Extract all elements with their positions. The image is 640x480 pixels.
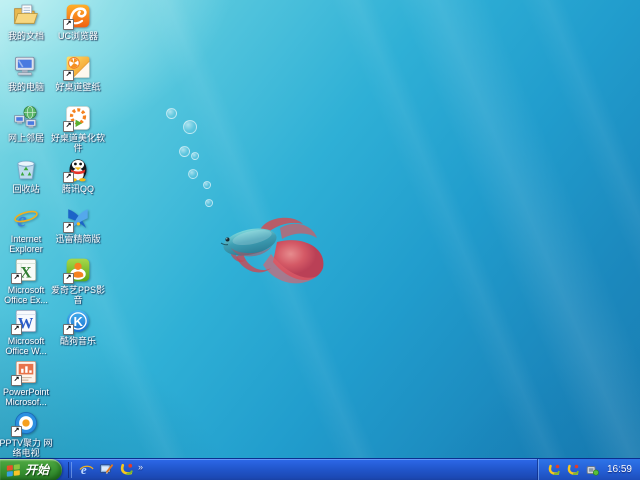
- icon-label: 网上邻居: [7, 133, 44, 143]
- quick-launch-show-desktop[interactable]: [98, 462, 114, 478]
- desktop-icon-xunlei[interactable]: ↗ 迅雷精简版: [50, 206, 106, 244]
- desktop-icon-my-computer[interactable]: 我的电脑: [0, 54, 54, 92]
- tray-swoosh-icon-1[interactable]: [547, 462, 562, 477]
- icon-label: Internet Explorer: [9, 234, 43, 254]
- windows-flag-icon: [6, 463, 20, 477]
- bubble: [183, 120, 197, 134]
- betta-fish: [220, 217, 324, 284]
- bubble: [205, 199, 213, 207]
- icon-label: 我的文档: [7, 31, 44, 41]
- haozhuodao-wallpaper-icon: ↗: [63, 54, 91, 81]
- svg-text:K: K: [74, 314, 84, 329]
- icon-label: 回收站: [12, 184, 40, 194]
- uc-browser-icon: ↗: [63, 3, 91, 30]
- icon-label: 好桌道壁纸: [55, 82, 101, 92]
- start-button-label: 开始: [25, 463, 50, 477]
- icon-label: Microsoft Office Ex...: [4, 285, 48, 305]
- desktop-icon-haozhuodao-wallpaper[interactable]: ↗ 好桌道壁纸: [50, 54, 106, 92]
- icon-label: PPTV聚力 网络电视: [0, 438, 53, 458]
- internet-explorer-icon: e: [13, 206, 39, 232]
- pps-video-icon: ↗: [63, 257, 91, 284]
- recycle-bin-icon: [13, 156, 39, 182]
- quick-launch-overflow-chevron[interactable]: »: [138, 462, 143, 472]
- system-tray: 16:59: [536, 458, 640, 480]
- quick-launch-internet-explorer[interactable]: e: [78, 462, 94, 478]
- icon-label: 酷狗音乐: [59, 336, 96, 346]
- shortcut-arrow-badge: ↗: [63, 172, 74, 183]
- bubble: [203, 181, 211, 189]
- word-icon: W ↗: [11, 308, 39, 335]
- taskbar: 开始 e » 16:59: [0, 458, 640, 480]
- shortcut-arrow-badge: ↗: [63, 324, 74, 335]
- pptv-icon: ↗: [11, 410, 39, 437]
- shortcut-arrow-badge: ↗: [63, 273, 74, 284]
- icon-label: 腾讯QQ: [61, 184, 94, 194]
- my-documents-icon: [13, 3, 39, 29]
- desktop-icon-excel[interactable]: X ↗ Microsoft Office Ex...: [0, 257, 54, 305]
- tray-device-icon[interactable]: [585, 462, 600, 477]
- haozhuodao-beautify-icon: ↗: [63, 105, 91, 132]
- desktop-icon-haozhuodao-beautify[interactable]: ↗ 好桌道美化软件: [50, 105, 106, 153]
- bubble: [188, 169, 198, 179]
- desktop-icon-pps[interactable]: ↗ 爱奇艺PPS影音: [50, 257, 106, 305]
- desktop-icon-internet-explorer[interactable]: e Internet Explorer: [0, 206, 54, 254]
- excel-icon: X ↗: [11, 257, 39, 284]
- shortcut-arrow-badge: ↗: [63, 222, 74, 233]
- quick-launch-media-swoosh[interactable]: [118, 462, 134, 478]
- desktop: 我的文档 我的电脑 网上邻居 回收站 e Internet Explorer X…: [0, 0, 640, 480]
- shortcut-arrow-badge: ↗: [63, 121, 74, 132]
- shortcut-arrow-badge: ↗: [11, 273, 22, 284]
- desktop-icon-uc-browser[interactable]: ↗ UC浏览器: [50, 3, 106, 41]
- icon-label: UC浏览器: [58, 31, 98, 41]
- bubble: [179, 146, 190, 157]
- tray-swoosh-icon-2[interactable]: [566, 462, 581, 477]
- desktop-icon-my-documents[interactable]: 我的文档: [0, 3, 54, 41]
- network-places-icon: [13, 105, 39, 131]
- svg-text:e: e: [17, 207, 26, 231]
- xunlei-bird-icon: ↗: [63, 206, 91, 233]
- desktop-icon-powerpoint[interactable]: ↗ PowerPoint Microsof...: [0, 359, 54, 407]
- shortcut-arrow-badge: ↗: [63, 19, 74, 30]
- shortcut-arrow-badge: ↗: [11, 324, 22, 335]
- kugou-music-icon: K ↗: [63, 308, 91, 335]
- icon-label: 迅雷精简版: [55, 234, 101, 244]
- shortcut-arrow-badge: ↗: [63, 70, 74, 81]
- desktop-icon-recycle-bin[interactable]: 回收站: [0, 156, 54, 194]
- desktop-icon-kugou[interactable]: K ↗ 酷狗音乐: [50, 308, 106, 346]
- powerpoint-icon: ↗: [11, 359, 39, 386]
- desktop-icon-network-places[interactable]: 网上邻居: [0, 105, 54, 143]
- icon-label: 爱奇艺PPS影音: [50, 285, 105, 305]
- bubble: [166, 108, 177, 119]
- icon-label: Microsoft Office W...: [5, 336, 47, 356]
- shortcut-arrow-badge: ↗: [11, 426, 22, 437]
- icon-label: 我的电脑: [7, 82, 44, 92]
- svg-text:e: e: [80, 462, 86, 477]
- start-button[interactable]: 开始: [0, 458, 62, 480]
- my-computer-icon: [13, 54, 39, 80]
- desktop-icon-qq[interactable]: ↗ 腾讯QQ: [50, 156, 106, 194]
- bubble: [191, 152, 199, 160]
- desktop-icon-pptv[interactable]: ↗ PPTV聚力 网络电视: [0, 410, 54, 458]
- tray-clock[interactable]: 16:59: [607, 464, 632, 475]
- icon-label: PowerPoint Microsof...: [2, 387, 50, 407]
- qq-penguin-icon: ↗: [63, 156, 91, 183]
- quick-launch-divider: [68, 461, 72, 478]
- shortcut-arrow-badge: ↗: [11, 375, 22, 386]
- desktop-icon-word[interactable]: W ↗ Microsoft Office W...: [0, 308, 54, 356]
- icon-label: 好桌道美化软件: [50, 133, 105, 153]
